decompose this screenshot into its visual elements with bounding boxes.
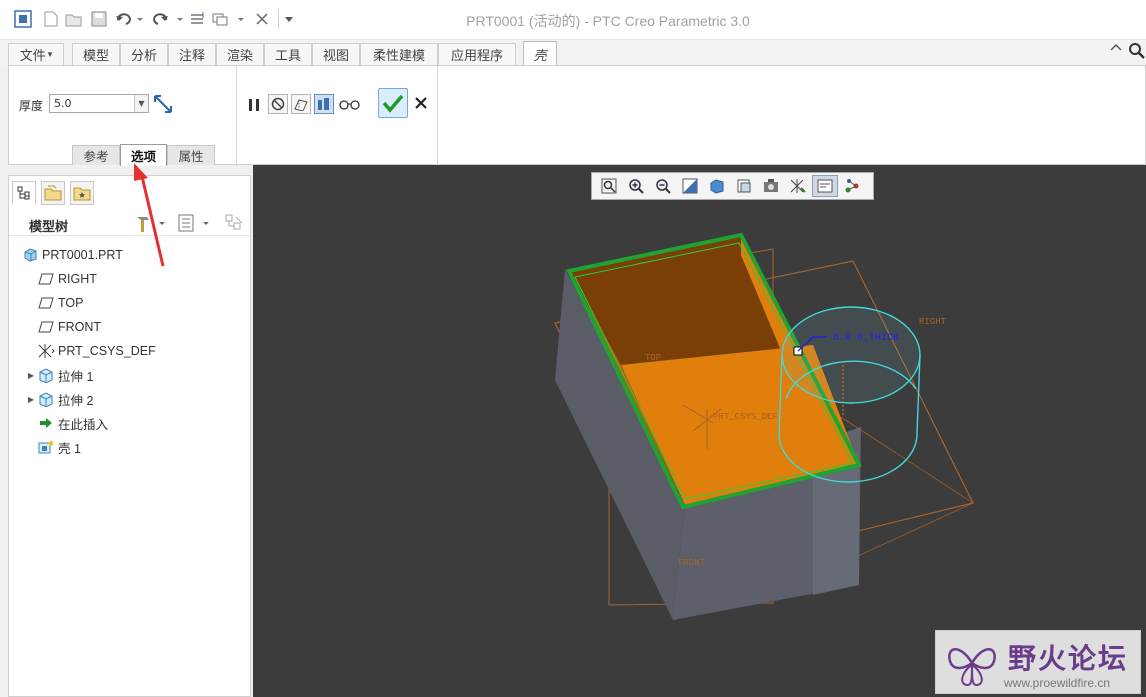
extrude-icon — [37, 391, 55, 407]
butterfly-logo-icon — [948, 648, 996, 687]
csys-icon — [37, 343, 55, 359]
tree-item-top[interactable]: TOP — [9, 292, 83, 314]
tree-item-label: PRT_CSYS_DEF — [58, 344, 156, 358]
tree-item-shell-1[interactable]: 壳 1 — [9, 436, 81, 458]
front-plane-label: FRONT — [678, 558, 706, 568]
pause-icon[interactable] — [245, 95, 263, 115]
navigator-panel: 模型树 PRT0001.PRT RIGHT TOP FRONT PRT_CSYS… — [8, 175, 251, 697]
refit-icon[interactable] — [596, 175, 622, 197]
model-tree-tab-icon[interactable] — [12, 181, 36, 205]
zoom-in-icon[interactable] — [623, 175, 649, 197]
tree-item-insert-here[interactable]: 在此插入 — [9, 412, 108, 434]
model-tree-header: 模型树 — [9, 210, 250, 236]
datum-plane-icon — [37, 319, 55, 335]
tree-item-extrude-1[interactable]: ▶ 拉伸 1 — [9, 364, 93, 386]
tab-applications[interactable]: 应用程序 — [438, 43, 516, 65]
datum-display-icon[interactable] — [785, 175, 811, 197]
insert-here-icon — [37, 415, 55, 431]
tree-item-label: 拉伸 2 — [58, 393, 94, 408]
tab-file[interactable]: 文件 ▾ — [8, 43, 64, 65]
zoom-out-icon[interactable] — [650, 175, 676, 197]
model-viewport[interactable]: PRT_CSYS_DEF TOP RIGHT FRONT 5.0 0_THICK — [253, 165, 1146, 697]
navigator-tabs — [9, 176, 250, 208]
tab-shell[interactable]: 壳 — [523, 41, 557, 66]
tree-item-csys[interactable]: PRT_CSYS_DEF — [9, 340, 156, 362]
watermark-url: www.proewildfire.cn — [1004, 676, 1111, 690]
thickness-dimension-label[interactable]: 5.0 0_THICK — [833, 333, 899, 344]
tab-annotate[interactable]: 注释 — [168, 43, 216, 65]
thickness-label: 厚度 — [19, 99, 44, 113]
ribbon-divider — [236, 66, 237, 166]
ribbon-divider — [437, 66, 438, 166]
right-plane-label: RIGHT — [919, 317, 947, 327]
tree-item-label: PRT0001.PRT — [42, 248, 123, 262]
tree-item-label: 在此插入 — [58, 417, 109, 432]
spin-center-icon[interactable] — [839, 175, 865, 197]
tree-item-front[interactable]: FRONT — [9, 316, 101, 338]
hammer-settings-icon — [137, 217, 165, 232]
annotation-display-icon[interactable] — [812, 175, 838, 197]
preview-geometry-icon[interactable] — [291, 94, 311, 114]
tab-view[interactable]: 视图 — [312, 43, 360, 65]
thickness-input[interactable]: 5.0 ▼ — [49, 94, 149, 113]
model-tree-title: 模型树 — [29, 220, 69, 235]
shell-icon — [37, 439, 55, 455]
verify-mode-icon[interactable] — [314, 94, 334, 114]
ok-checkmark-button[interactable] — [378, 88, 408, 118]
tree-item-label: FRONT — [58, 320, 102, 334]
csys-label: PRT_CSYS_DEF — [713, 412, 778, 422]
datum-plane-icon — [37, 271, 55, 287]
show-menu-button[interactable] — [177, 212, 215, 234]
tree-item-label: RIGHT — [58, 272, 97, 286]
repaint-icon[interactable] — [677, 175, 703, 197]
ribbon-tab-bar: 文件 ▾ 模型 分析 注释 渲染 工具 视图 柔性建模 应用程序 壳 — [0, 40, 1146, 66]
graphics-toolbar — [591, 172, 874, 200]
flip-direction-icon[interactable] — [151, 92, 175, 116]
view-manager-icon[interactable] — [758, 175, 784, 197]
window-title: PRT0001 (活动的) - PTC Creo Parametric 3.0 — [466, 13, 750, 29]
tab-file-label: 文件 — [19, 49, 46, 64]
tab-flexible-modeling[interactable]: 柔性建模 — [360, 43, 438, 65]
subtab-references[interactable]: 参考 — [72, 145, 120, 165]
saved-orientations-icon[interactable] — [731, 175, 757, 197]
settings-menu-button[interactable] — [135, 212, 169, 234]
part-icon — [21, 247, 39, 263]
extrude-icon — [37, 367, 55, 383]
tab-model[interactable]: 模型 — [72, 43, 120, 65]
tree-item-extrude-2[interactable]: ▶ 拉伸 2 — [9, 388, 93, 410]
expand-arrow-icon[interactable]: ▶ — [25, 371, 37, 380]
folder-browser-tab-icon[interactable] — [41, 181, 65, 205]
tree-item-label: 拉伸 1 — [58, 369, 94, 384]
subtab-options[interactable]: 选项 — [120, 144, 167, 166]
minimize-ribbon-icon[interactable] — [1110, 42, 1122, 57]
watermark-brand: 野火论坛 — [1008, 642, 1129, 675]
tree-item-label: 壳 1 — [58, 441, 81, 456]
cancel-x-button[interactable] — [413, 95, 429, 111]
no-preview-icon[interactable] — [268, 94, 288, 114]
tab-tools[interactable]: 工具 — [264, 43, 312, 65]
tree-item-label: TOP — [58, 296, 84, 310]
tree-item-part[interactable]: PRT0001.PRT — [9, 244, 123, 266]
tree-filter-icon[interactable] — [223, 212, 245, 234]
tree-item-right[interactable]: RIGHT — [9, 268, 97, 290]
thickness-value: 5.0 — [54, 97, 72, 110]
expand-arrow-icon[interactable]: ▶ — [25, 395, 37, 404]
chevron-down-icon: ▾ — [47, 49, 53, 60]
top-plane-label: TOP — [645, 353, 661, 363]
shell-dashboard: 厚度 5.0 ▼ 参考 选项 属性 — [8, 65, 1146, 166]
tab-analysis[interactable]: 分析 — [120, 43, 168, 65]
tab-render[interactable]: 渲染 — [216, 43, 264, 65]
glasses-preview-icon[interactable] — [339, 94, 361, 114]
subtab-properties[interactable]: 属性 — [167, 145, 215, 165]
display-style-icon[interactable] — [704, 175, 730, 197]
watermark-logo: 野火论坛 www.proewildfire.cn — [935, 630, 1141, 694]
search-icon[interactable] — [1128, 42, 1146, 63]
graphics-window[interactable]: PRT_CSYS_DEF TOP RIGHT FRONT 5.0 0_THICK — [253, 165, 1146, 697]
favorites-tab-icon[interactable] — [70, 181, 94, 205]
list-icon — [178, 214, 209, 232]
chevron-down-icon[interactable]: ▼ — [134, 95, 148, 112]
datum-plane-icon — [37, 295, 55, 311]
title-bar: PRT0001 (活动的) - PTC Creo Parametric 3.0 — [0, 0, 1146, 40]
